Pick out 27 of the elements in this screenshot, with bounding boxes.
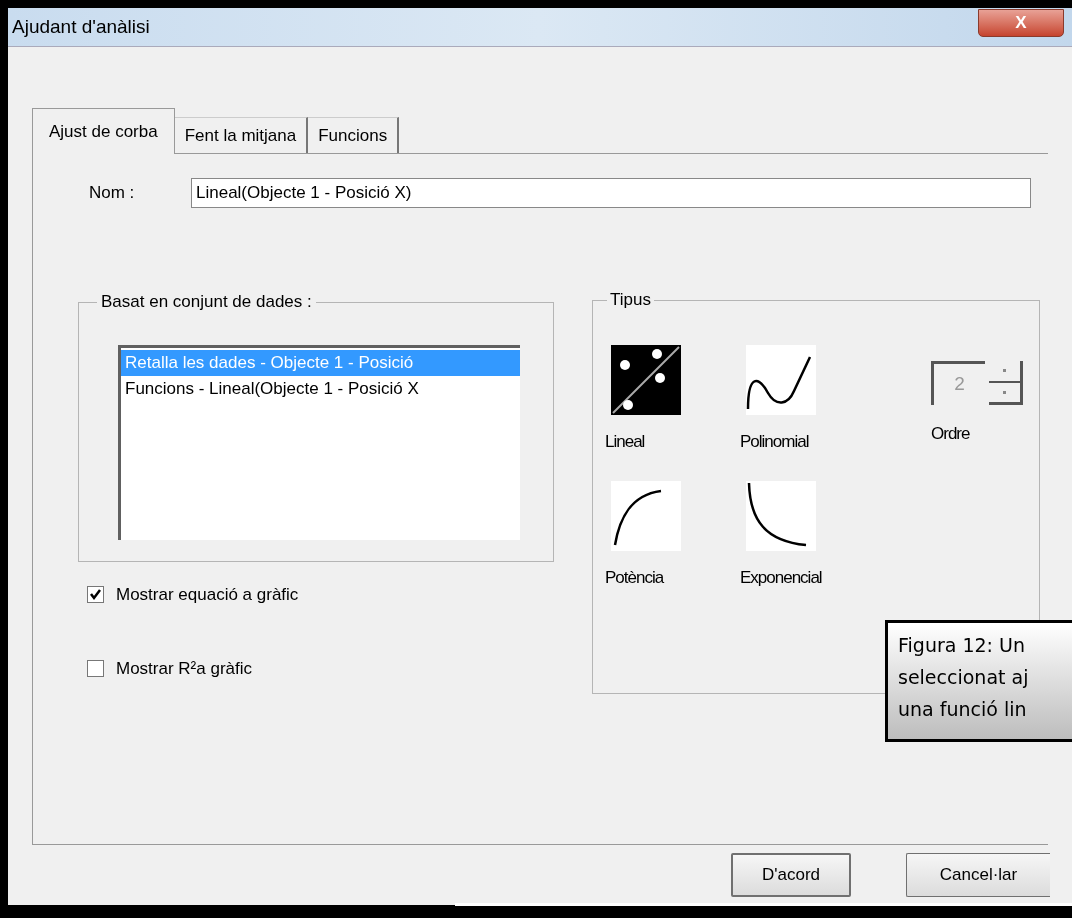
type-label: Exponencial	[740, 566, 822, 589]
spin-buttons[interactable]	[989, 361, 1023, 405]
type-label: Polinomial	[740, 431, 809, 453]
ok-button[interactable]: D'acord	[731, 853, 851, 897]
cancel-button[interactable]: Cancel·lar	[906, 853, 1050, 897]
tab[interactable]: Fent la mitjana	[174, 117, 309, 153]
checkbox[interactable]	[87, 659, 104, 677]
type-label: Lineal	[605, 431, 645, 453]
lineal-curve-icon[interactable]	[611, 345, 681, 415]
dataset-list[interactable]: Retalla les dades - Objecte 1 - Posició Funcions - Lineal(Objecte 1 - Posició X	[118, 345, 520, 540]
caption-line: seleccionat aj	[898, 665, 1030, 689]
exponencial-curve-icon[interactable]	[746, 480, 816, 551]
potencia-curve-icon[interactable]	[611, 480, 681, 551]
checkbox-label: Mostrar R²a gràfic	[116, 657, 253, 680]
list-item[interactable]: Funcions - Lineal(Objecte 1 - Posició X	[121, 376, 520, 402]
checkbox[interactable]	[87, 586, 104, 604]
field-label: Nom :	[89, 182, 136, 205]
type-label: Potència	[605, 566, 664, 589]
polinomial-curve-icon[interactable]	[746, 345, 816, 415]
tab[interactable]: Ajust de corba	[32, 108, 175, 154]
order-label: Ordre	[931, 423, 970, 445]
window-title: Ajudant d'anàlisi	[12, 14, 150, 39]
checkbox-label: Mostrar equació a gràfic	[116, 584, 299, 606]
caption-line: una funció lin	[898, 697, 1028, 721]
caption-line: Figura 12: Un	[898, 633, 1026, 657]
tab[interactable]: Funcions	[308, 117, 400, 153]
name-field[interactable]: Lineal(Objecte 1 - Posició X)	[191, 178, 1031, 208]
